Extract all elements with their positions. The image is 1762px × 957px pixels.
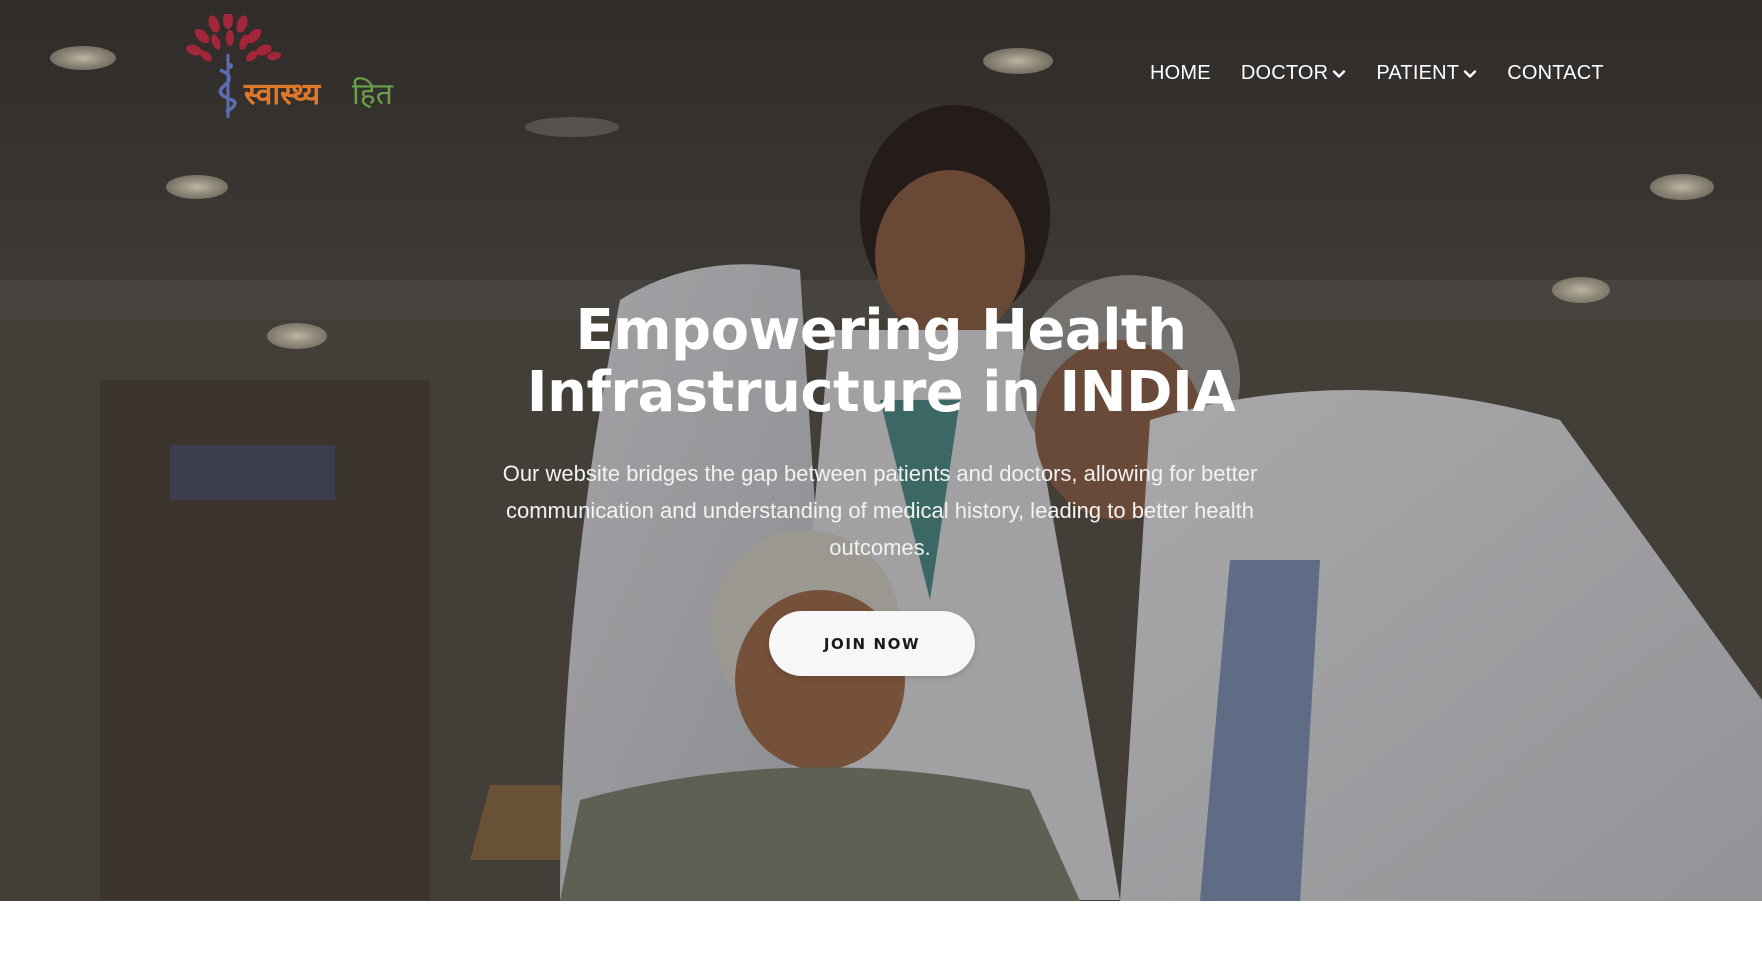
nav-patient-dropdown[interactable]: PATIENT xyxy=(1376,62,1477,85)
join-now-button[interactable]: JOIN NOW xyxy=(769,611,975,676)
logo-text-swasthya: स्वास्थ्य xyxy=(244,77,321,112)
hero-title-line-1: Empowering Health xyxy=(575,298,1187,363)
hero-section: स्वास्थ्य हित HOME DOCTOR PATIENT CONTAC… xyxy=(0,0,1762,901)
hero-title-line-2: Infrastructure in INDIA xyxy=(526,360,1236,425)
site-logo[interactable]: स्वास्थ्य हित xyxy=(184,11,414,126)
chevron-down-icon xyxy=(1333,69,1346,78)
hero-description: Our website bridges the gap between pati… xyxy=(502,461,1258,560)
chevron-down-icon xyxy=(1464,69,1477,78)
nav-doctor-label: DOCTOR xyxy=(1240,62,1329,84)
nav-home-link[interactable]: HOME xyxy=(1150,62,1211,85)
hero-title: Empowering Health Infrastructure in INDI… xyxy=(381,300,1381,424)
main-nav: HOME DOCTOR PATIENT CONTACT xyxy=(1150,62,1604,85)
nav-doctor-dropdown[interactable]: DOCTOR xyxy=(1241,62,1347,85)
nav-contact-label: CONTACT xyxy=(1507,62,1604,84)
nav-home-label: HOME xyxy=(1150,62,1211,84)
nav-contact-link[interactable]: CONTACT xyxy=(1507,62,1604,85)
logo-text-hit: हित xyxy=(352,77,393,112)
nav-patient-label: PATIENT xyxy=(1376,62,1460,84)
hero-dark-overlay xyxy=(0,0,1762,901)
